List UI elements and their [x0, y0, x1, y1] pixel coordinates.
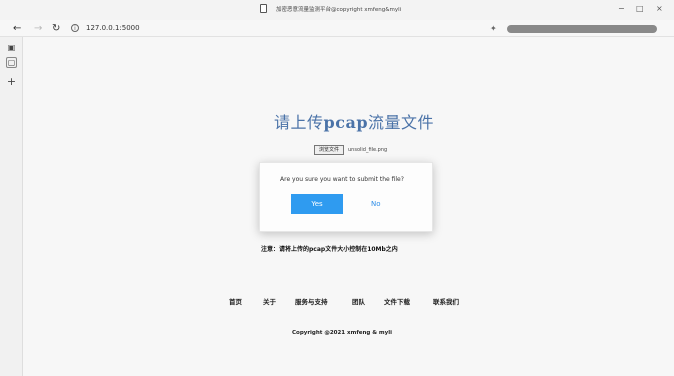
confirm-dialog: Are you sure you want to submit the file… — [259, 162, 433, 232]
dialog-message: Are you sure you want to submit the file… — [280, 176, 404, 183]
url-field[interactable]: 127.0.0.1:5000 — [86, 24, 140, 32]
redacted-toolbar-area — [507, 25, 657, 33]
document-icon — [260, 4, 267, 13]
heading-keyword: pcap — [323, 113, 368, 132]
footer-link-home[interactable]: 首页 — [229, 296, 242, 306]
page-title: 请上传pcap流量文件 — [274, 109, 434, 133]
maximize-icon[interactable]: □ — [636, 4, 644, 13]
info-icon[interactable]: i — [71, 24, 79, 32]
footer-link-team[interactable]: 团队 — [352, 296, 365, 306]
browser-sidebar: ▣ ▢ + — [0, 37, 23, 376]
tab-manager-icon[interactable]: ▣ — [6, 43, 17, 54]
extensions-icon[interactable]: ✦ — [490, 24, 500, 34]
heading-prefix: 请上传 — [274, 113, 324, 132]
add-tab-icon[interactable]: + — [6, 75, 17, 88]
heading-suffix: 流量文件 — [368, 113, 435, 132]
forward-icon[interactable]: → — [34, 23, 42, 34]
footer-link-contact[interactable]: 联系我们 — [433, 296, 459, 306]
footer-link-about[interactable]: 关于 — [263, 296, 276, 306]
upload-size-notice: 注意：请将上传的pcap文件大小控制在10Mb之内 — [261, 246, 398, 253]
window-title: 加密恶意流量监测平台@copyright xmfeng&myli — [276, 7, 402, 13]
no-button[interactable]: No — [371, 200, 381, 208]
title-bar: 加密恶意流量监测平台@copyright xmfeng&myli − □ × — [0, 0, 674, 20]
minimize-icon[interactable]: − — [618, 4, 625, 13]
yes-button[interactable]: Yes — [291, 194, 343, 214]
web-page: 请上传pcap流量文件 浏览文件 unsolid_file.png Are yo… — [24, 37, 668, 361]
footer-navigation: 首页 关于 服务与支持 团队 文件下载 联系我们 — [229, 296, 489, 306]
close-icon[interactable]: × — [656, 4, 663, 13]
selected-file-name: unsolid_file.png — [348, 147, 388, 153]
footer-link-service[interactable]: 服务与支持 — [295, 296, 328, 306]
page-tab-icon[interactable]: ▢ — [6, 57, 17, 68]
browser-window: 加密恶意流量监测平台@copyright xmfeng&myli − □ × ←… — [0, 0, 674, 376]
browse-file-button[interactable]: 浏览文件 — [314, 145, 344, 155]
footer-link-downloads[interactable]: 文件下载 — [384, 296, 410, 306]
copyright-text: Copyright @2021 xmfeng & myli — [292, 330, 393, 336]
reload-icon[interactable]: ↻ — [52, 23, 60, 34]
back-icon[interactable]: ← — [13, 23, 21, 34]
